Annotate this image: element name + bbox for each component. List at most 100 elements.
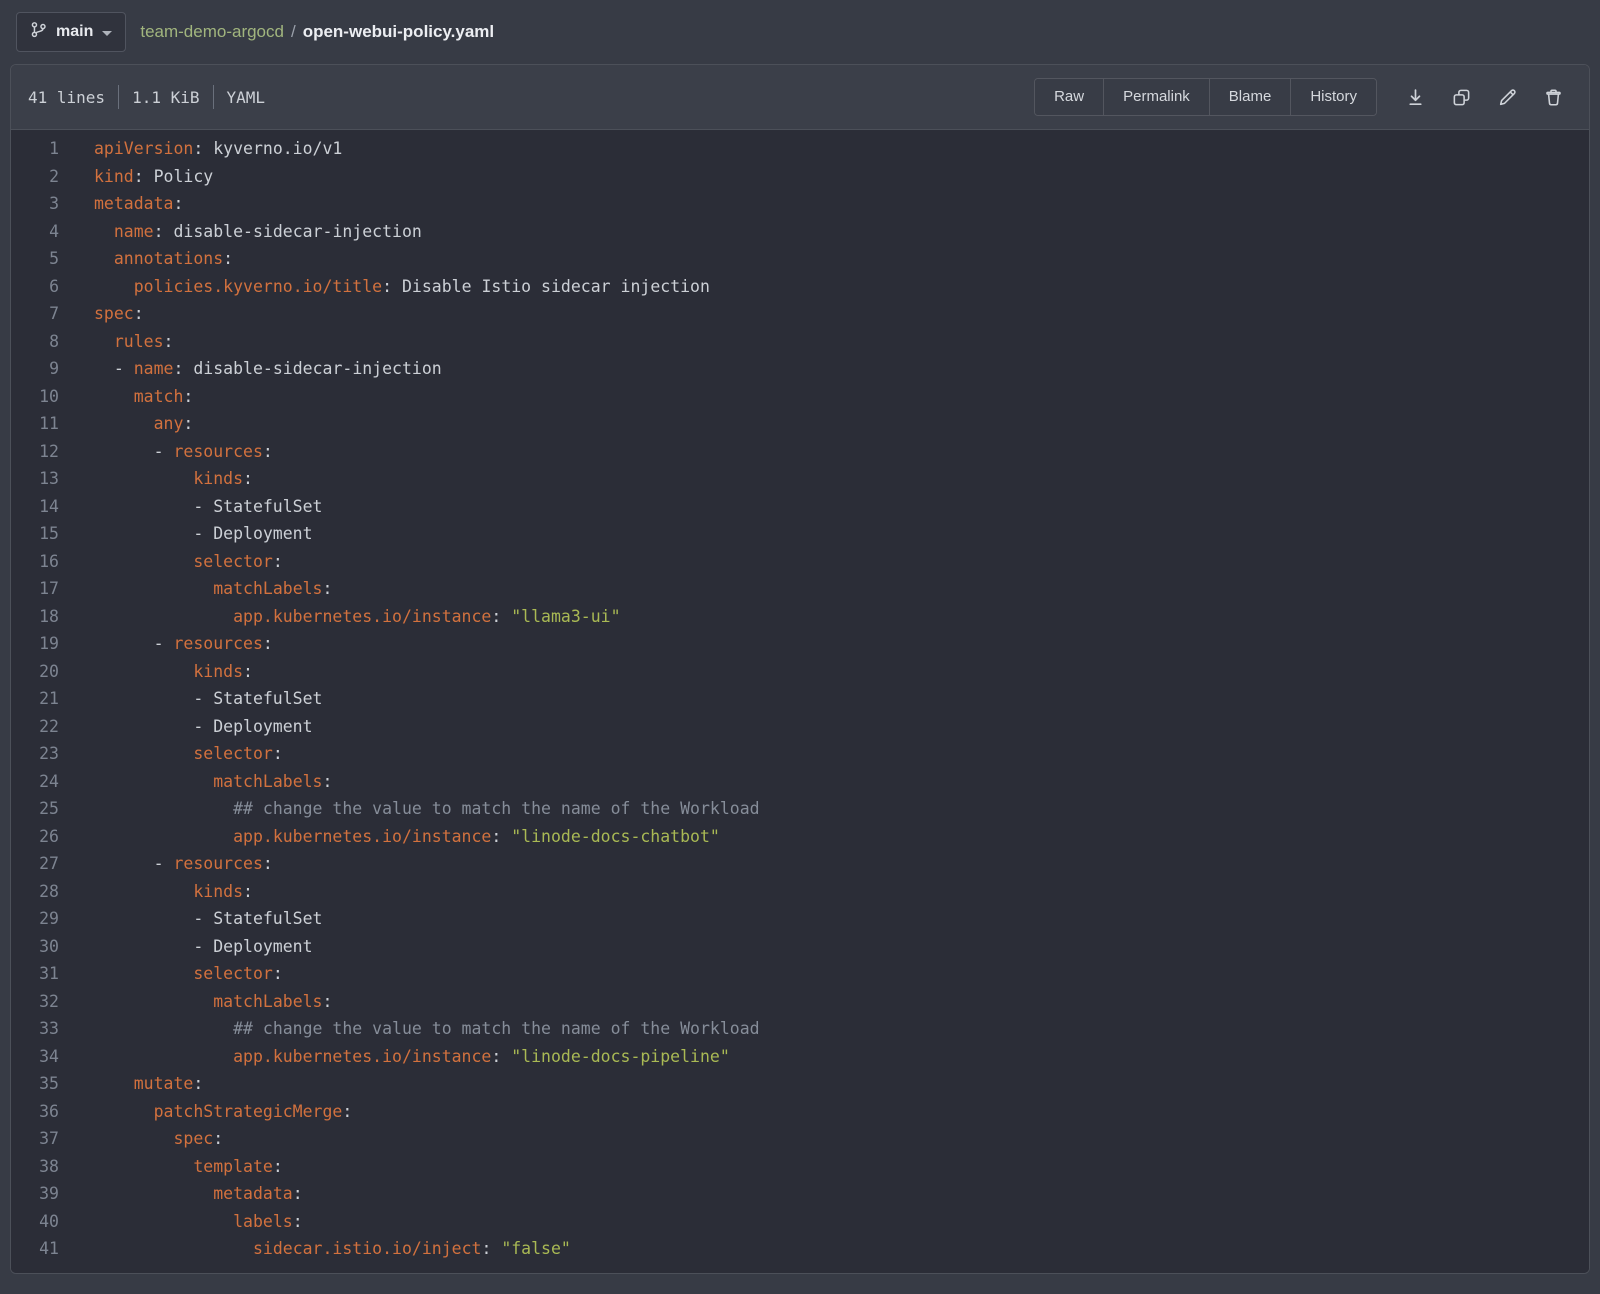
line-number[interactable]: 37 [11, 1125, 59, 1153]
line-number[interactable]: 15 [11, 520, 59, 548]
line-number[interactable]: 34 [11, 1043, 59, 1071]
code-line: 26 app.kubernetes.io/instance: "linode-d… [11, 823, 1589, 851]
code-line: 29 - StatefulSet [11, 905, 1589, 933]
line-number[interactable]: 9 [11, 355, 59, 383]
permalink-button[interactable]: Permalink [1103, 79, 1209, 115]
code-line: 31 selector: [11, 960, 1589, 988]
blame-button[interactable]: Blame [1209, 79, 1291, 115]
code-line: 7spec: [11, 300, 1589, 328]
line-content: - resources: [59, 438, 273, 466]
line-content: name: disable-sidecar-injection [59, 218, 422, 246]
code-line: 8 rules: [11, 328, 1589, 356]
line-number[interactable]: 10 [11, 383, 59, 411]
code-line: 23 selector: [11, 740, 1589, 768]
code-line: 11 any: [11, 410, 1589, 438]
line-number[interactable]: 23 [11, 740, 59, 768]
raw-button[interactable]: Raw [1035, 79, 1103, 115]
line-number[interactable]: 24 [11, 768, 59, 796]
line-number[interactable]: 7 [11, 300, 59, 328]
code-line: 2kind: Policy [11, 163, 1589, 191]
code-line: 35 mutate: [11, 1070, 1589, 1098]
line-number[interactable]: 40 [11, 1208, 59, 1236]
code-line: 39 metadata: [11, 1180, 1589, 1208]
line-content: selector: [59, 960, 283, 988]
code-line: 17 matchLabels: [11, 575, 1589, 603]
line-number[interactable]: 1 [11, 135, 59, 163]
line-content: app.kubernetes.io/instance: "llama3-ui" [59, 603, 621, 631]
line-content: apiVersion: kyverno.io/v1 [59, 135, 342, 163]
line-number[interactable]: 2 [11, 163, 59, 191]
delete-icon[interactable] [1542, 86, 1564, 108]
chevron-down-icon [102, 31, 112, 36]
git-branch-icon [30, 21, 47, 43]
line-number[interactable]: 25 [11, 795, 59, 823]
line-content: patchStrategicMerge: [59, 1098, 352, 1126]
line-number[interactable]: 8 [11, 328, 59, 356]
line-content: kind: Policy [59, 163, 213, 191]
breadcrumb-repo-link[interactable]: team-demo-argocd [140, 22, 284, 42]
code-line: 5 annotations: [11, 245, 1589, 273]
line-number[interactable]: 29 [11, 905, 59, 933]
download-icon[interactable] [1404, 86, 1426, 108]
line-number[interactable]: 4 [11, 218, 59, 246]
line-number[interactable]: 20 [11, 658, 59, 686]
line-number[interactable]: 12 [11, 438, 59, 466]
line-number[interactable]: 21 [11, 685, 59, 713]
line-number[interactable]: 32 [11, 988, 59, 1016]
line-content: template: [59, 1153, 283, 1181]
divider [213, 85, 214, 109]
code-line: 16 selector: [11, 548, 1589, 576]
line-number[interactable]: 41 [11, 1235, 59, 1263]
line-number[interactable]: 33 [11, 1015, 59, 1043]
file-view-button-group: Raw Permalink Blame History [1034, 78, 1377, 116]
code-line: 3metadata: [11, 190, 1589, 218]
code-line: 22 - Deployment [11, 713, 1589, 741]
branch-selector-button[interactable]: main [16, 12, 126, 52]
line-number[interactable]: 19 [11, 630, 59, 658]
line-content: metadata: [59, 1180, 303, 1208]
line-number[interactable]: 28 [11, 878, 59, 906]
history-button[interactable]: History [1290, 79, 1376, 115]
line-number[interactable]: 31 [11, 960, 59, 988]
line-number[interactable]: 6 [11, 273, 59, 301]
line-number[interactable]: 13 [11, 465, 59, 493]
code-line: 32 matchLabels: [11, 988, 1589, 1016]
line-content: kinds: [59, 658, 253, 686]
code-line: 24 matchLabels: [11, 768, 1589, 796]
line-content: - StatefulSet [59, 685, 322, 713]
edit-icon[interactable] [1496, 86, 1518, 108]
code-line: 1apiVersion: kyverno.io/v1 [11, 135, 1589, 163]
branch-name: main [56, 23, 93, 41]
line-number[interactable]: 11 [11, 410, 59, 438]
code-line: 25 ## change the value to match the name… [11, 795, 1589, 823]
line-number[interactable]: 26 [11, 823, 59, 851]
line-number[interactable]: 35 [11, 1070, 59, 1098]
line-number[interactable]: 5 [11, 245, 59, 273]
line-number[interactable]: 22 [11, 713, 59, 741]
line-content: - Deployment [59, 520, 313, 548]
line-content: labels: [59, 1208, 303, 1236]
file-info: 41 lines 1.1 KiB YAML [28, 85, 265, 109]
file-line-count: 41 lines [28, 88, 105, 107]
line-number[interactable]: 27 [11, 850, 59, 878]
line-content: match: [59, 383, 193, 411]
file-size: 1.1 KiB [132, 88, 199, 107]
code-line: 6 policies.kyverno.io/title: Disable Ist… [11, 273, 1589, 301]
line-number[interactable]: 39 [11, 1180, 59, 1208]
line-number[interactable]: 16 [11, 548, 59, 576]
line-content: app.kubernetes.io/instance: "linode-docs… [59, 1043, 730, 1071]
line-content: matchLabels: [59, 988, 332, 1016]
line-number[interactable]: 18 [11, 603, 59, 631]
breadcrumb-bar: main team-demo-argocd / open-webui-polic… [0, 0, 1600, 64]
line-number[interactable]: 17 [11, 575, 59, 603]
code-line: 9 - name: disable-sidecar-injection [11, 355, 1589, 383]
line-number[interactable]: 14 [11, 493, 59, 521]
line-number[interactable]: 30 [11, 933, 59, 961]
line-number[interactable]: 36 [11, 1098, 59, 1126]
code-line: 41 sidecar.istio.io/inject: "false" [11, 1235, 1589, 1263]
copy-icon[interactable] [1450, 86, 1472, 108]
line-content: ## change the value to match the name of… [59, 1015, 760, 1043]
line-number[interactable]: 3 [11, 190, 59, 218]
line-number[interactable]: 38 [11, 1153, 59, 1181]
code-line: 15 - Deployment [11, 520, 1589, 548]
